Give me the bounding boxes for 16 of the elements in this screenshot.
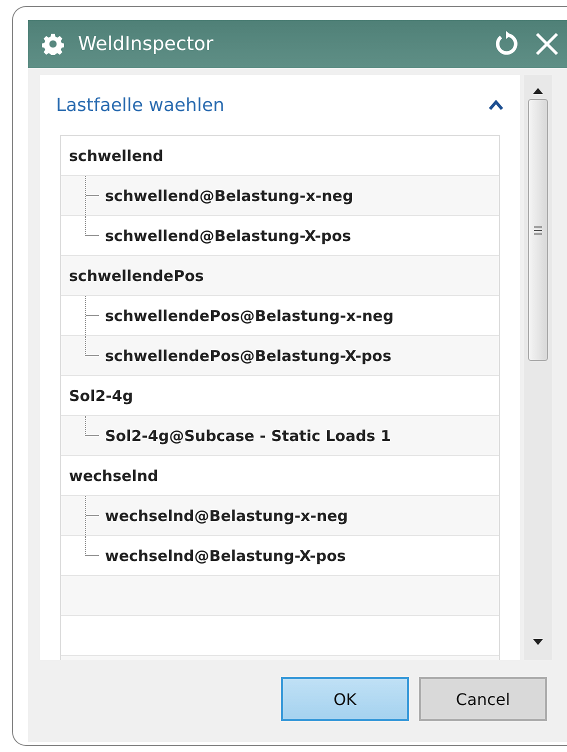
scroll-down-icon[interactable]	[533, 638, 543, 646]
scroll-up-icon[interactable]	[533, 87, 543, 95]
tree-item[interactable]: wechselnd@Belastung-X-pos	[105, 546, 346, 564]
tree-item[interactable]: schwellendePos@Belastung-x-neg	[105, 306, 394, 324]
refresh-icon[interactable]	[493, 31, 519, 57]
cancel-button[interactable]: Cancel	[419, 677, 547, 721]
settings-icon	[42, 33, 64, 55]
section-title: Lastfaelle waehlen	[56, 94, 224, 116]
close-icon[interactable]	[533, 30, 561, 58]
window-title: WeldInspector	[78, 33, 214, 55]
tree-item[interactable]: schwellend@Belastung-X-pos	[105, 226, 352, 244]
grip-icon	[534, 226, 542, 234]
scrollbar[interactable]	[524, 75, 552, 660]
scroll-thumb[interactable]	[528, 99, 548, 361]
chevron-up-icon[interactable]	[488, 99, 504, 111]
ok-button[interactable]: OK	[281, 677, 409, 721]
